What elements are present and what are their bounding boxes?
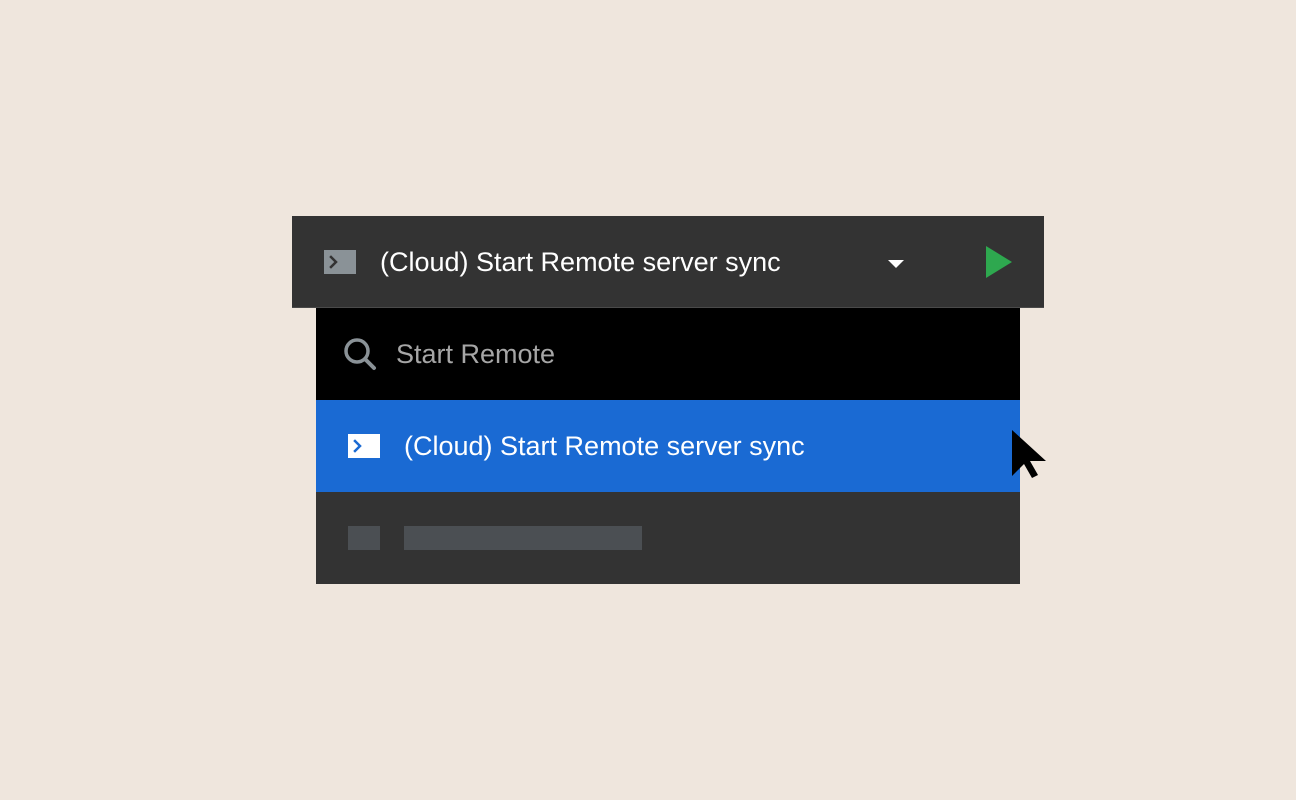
search-row <box>316 308 1020 400</box>
result-item-label: (Cloud) Start Remote server sync <box>404 431 805 461</box>
run-config-bar: (Cloud) Start Remote server sync <box>292 216 1044 308</box>
search-input[interactable] <box>388 332 988 376</box>
result-item-placeholder <box>316 492 1020 584</box>
result-item-selected[interactable]: (Cloud) Start Remote server sync <box>316 400 1020 492</box>
mouse-pointer-icon <box>1012 430 1046 478</box>
run-button[interactable] <box>980 244 1016 280</box>
play-icon <box>986 246 1012 278</box>
stage: (Cloud) Start Remote server sync (Cloud)… <box>0 0 1296 800</box>
terminal-icon <box>348 434 380 458</box>
placeholder-icon <box>348 526 380 550</box>
caret-down-icon[interactable] <box>876 250 916 274</box>
placeholder-text <box>404 526 642 550</box>
run-config-dropdown: (Cloud) Start Remote server sync <box>316 308 1020 584</box>
run-config-label[interactable]: (Cloud) Start Remote server sync <box>380 244 781 280</box>
terminal-icon <box>324 250 356 274</box>
search-icon <box>344 338 376 370</box>
